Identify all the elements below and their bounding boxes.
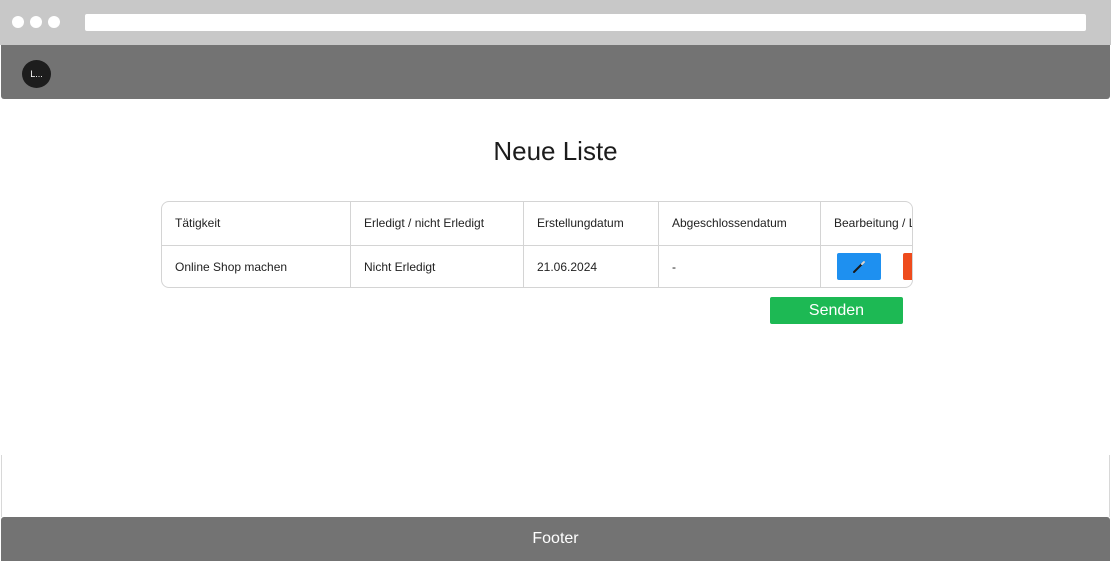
send-button[interactable]: Senden <box>770 297 903 324</box>
address-bar[interactable] <box>85 14 1086 31</box>
window-dot-close[interactable] <box>12 16 24 28</box>
browser-chrome <box>0 0 1111 45</box>
cell-task: Online Shop machen <box>162 245 351 287</box>
row-actions <box>834 253 912 281</box>
table-row: Online Shop machen Nicht Erledigt 21.06.… <box>162 245 912 287</box>
cell-status: Nicht Erledigt <box>350 245 524 287</box>
window-controls <box>12 16 60 28</box>
task-table: Tätigkeit Erledigt / nicht Erledigt Erst… <box>161 201 913 288</box>
page-title: Neue Liste <box>493 136 618 166</box>
cell-actions <box>821 245 912 287</box>
column-header-actions: Bearbeitung / Löschen <box>820 202 912 246</box>
app-header: L... <box>1 45 1110 99</box>
edit-button[interactable] <box>837 253 881 281</box>
window-dot-maximize[interactable] <box>48 16 60 28</box>
column-header-task: Tätigkeit <box>162 202 351 246</box>
cell-created: 21.06.2024 <box>523 245 659 287</box>
footer-text: Footer <box>532 530 579 547</box>
content-edge-left <box>1 455 2 517</box>
window-dot-minimize[interactable] <box>30 16 42 28</box>
column-header-completed: Abgeschlossendatum <box>658 202 821 246</box>
column-header-status: Erledigt / nicht Erledigt <box>350 202 524 246</box>
pencil-icon <box>853 260 865 273</box>
column-header-created: Erstellungdatum <box>523 202 659 246</box>
content-edge-right <box>1109 455 1110 517</box>
table-header-row: Tätigkeit Erledigt / nicht Erledigt Erst… <box>162 202 912 246</box>
cell-completed: - <box>658 245 821 287</box>
delete-button[interactable] <box>903 253 912 281</box>
logo[interactable]: L... <box>22 60 51 88</box>
footer: Footer <box>1 517 1110 561</box>
